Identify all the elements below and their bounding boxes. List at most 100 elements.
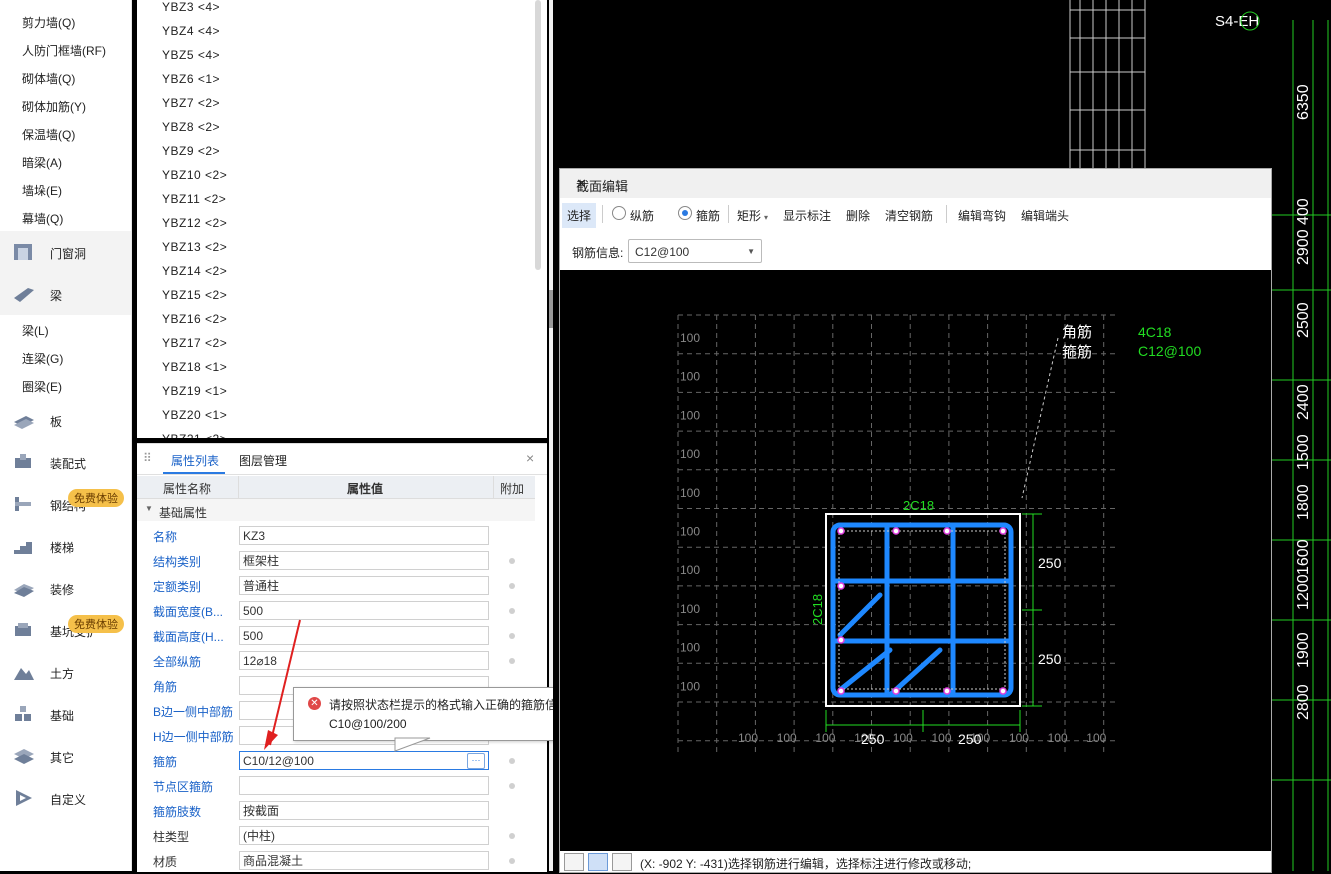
property-value-field[interactable]: (中柱): [239, 826, 489, 845]
component-item[interactable]: YBZ15 <2>: [162, 288, 227, 302]
col-extra: 附加: [500, 482, 525, 496]
component-item[interactable]: YBZ6 <1>: [162, 72, 220, 86]
component-item[interactable]: YBZ13 <2>: [162, 240, 227, 254]
close-icon[interactable]: ✕: [576, 176, 1259, 192]
section-drawing[interactable]: 100 100 100 100 100 100 100 100 100 100 100 100 100 1…: [560, 270, 1271, 851]
nav-cat-beam[interactable]: 梁: [0, 273, 131, 315]
component-item[interactable]: YBZ16 <2>: [162, 312, 227, 326]
tab-properties[interactable]: 属性列表: [171, 452, 219, 469]
nav-item-coupling-beam[interactable]: 连梁(G): [22, 350, 63, 367]
property-value-field[interactable]: 12⌀18: [239, 651, 489, 670]
property-value-field[interactable]: 商品混凝土: [239, 851, 489, 870]
nav-item-beam[interactable]: 梁(L): [22, 322, 49, 339]
longitudinal-radio[interactable]: [612, 206, 626, 220]
side-bars-label: 2C18: [810, 594, 825, 625]
nav-item-ring-beam[interactable]: 圈梁(E): [22, 378, 62, 395]
nav-cat-slab[interactable]: 板: [0, 399, 131, 441]
property-value-field[interactable]: 500: [239, 626, 489, 645]
component-list-scrollbar[interactable]: [535, 0, 541, 270]
nav-item-civil-defense-wall[interactable]: 人防门框墙(RF): [22, 42, 106, 59]
close-icon[interactable]: ×: [526, 450, 534, 466]
property-group-basic[interactable]: ▼ 基础属性: [137, 499, 535, 521]
edit-end-button[interactable]: 编辑端头: [1021, 207, 1069, 224]
property-name: 截面宽度(B...: [153, 605, 224, 619]
drag-handle-icon[interactable]: ⠿: [143, 451, 152, 465]
property-row: 全部纵筋 12⌀18: [137, 649, 535, 674]
delete-button[interactable]: 删除: [846, 207, 870, 224]
property-value-field[interactable]: C10/12@100 ···: [239, 751, 489, 770]
component-item[interactable]: YBZ5 <4>: [162, 48, 220, 62]
property-value: KZ3: [243, 529, 266, 543]
nav-cat-other[interactable]: 其它: [0, 735, 131, 777]
corner-bar-label: 角筋: [1062, 324, 1092, 341]
component-item[interactable]: YBZ21 <2>: [162, 432, 227, 438]
nav-cat-steel[interactable]: 钢结构 免费体验: [0, 483, 131, 525]
grid-label: 100: [680, 525, 700, 539]
nav-cat-stairs[interactable]: 楼梯: [0, 525, 131, 567]
component-item[interactable]: YBZ12 <2>: [162, 216, 227, 230]
component-item[interactable]: YBZ11 <2>: [162, 192, 226, 206]
component-item[interactable]: YBZ10 <2>: [162, 168, 227, 182]
other-icon: [14, 749, 34, 764]
nav-item-shear-wall[interactable]: 剪力墙(Q): [22, 14, 75, 31]
nav-item-curtain-wall[interactable]: 幕墙(Q): [22, 210, 63, 227]
nav-item-masonry-rebar[interactable]: 砌体加筋(Y): [22, 98, 86, 115]
property-value-field[interactable]: 500: [239, 601, 489, 620]
dim-bottom-2: 250: [958, 731, 982, 747]
property-value-field[interactable]: [239, 776, 489, 795]
nav-item-masonry-wall[interactable]: 砌体墙(Q): [22, 70, 75, 87]
rebar-info-select[interactable]: C12@100 ▼: [628, 239, 762, 263]
nav-cat-decoration[interactable]: 装修: [0, 567, 131, 609]
nav-item-hidden-beam[interactable]: 暗梁(A): [22, 154, 62, 171]
tab-layers[interactable]: 图层管理: [239, 452, 287, 469]
nav-item-wall-pier[interactable]: 墙垛(E): [22, 182, 62, 199]
stirrup-radio[interactable]: [678, 206, 692, 220]
nav-cat-prefab[interactable]: 装配式: [0, 441, 131, 483]
prefab-icon: [15, 454, 31, 468]
nav-cat-foundation-pit[interactable]: 基坑支护 免费体验: [0, 609, 131, 651]
component-item[interactable]: YBZ7 <2>: [162, 96, 220, 110]
property-row: 箍筋肢数 按截面: [137, 799, 535, 824]
nav-cat-door-window[interactable]: 门窗洞: [0, 231, 131, 273]
nav-cat-earthwork[interactable]: 土方: [0, 651, 131, 693]
nav-cat-label: 自定义: [50, 793, 87, 807]
property-value-field[interactable]: 普通柱: [239, 576, 489, 595]
nav-cat-foundation[interactable]: 基础: [0, 693, 131, 735]
property-name: 结构类别: [153, 555, 202, 569]
clear-rebar-button[interactable]: 清空钢筋: [885, 207, 933, 224]
component-item[interactable]: YBZ4 <4>: [162, 24, 220, 38]
component-item[interactable]: YBZ20 <1>: [162, 408, 227, 422]
dialog-toolbar: 选择 纵筋 箍筋 矩形 ▾ 显示标注 删除 清空钢筋 编辑弯钩 编辑端头: [560, 198, 1271, 231]
longitudinal-label[interactable]: 纵筋: [630, 207, 654, 224]
show-dimension-button[interactable]: 显示标注: [783, 207, 831, 224]
collapse-icon[interactable]: ▼: [145, 504, 153, 513]
edit-hook-button[interactable]: 编辑弯钩: [958, 207, 1006, 224]
component-item[interactable]: YBZ8 <2>: [162, 120, 220, 134]
component-item[interactable]: YBZ19 <1>: [162, 384, 227, 398]
nav-cat-custom[interactable]: 自定义: [0, 777, 131, 819]
property-value-field[interactable]: 按截面: [239, 801, 489, 820]
component-item[interactable]: YBZ18 <1>: [162, 360, 227, 374]
stirrup-label[interactable]: 箍筋: [696, 207, 720, 224]
dialog-titlebar[interactable]: 截面编辑 ✕: [560, 169, 1271, 198]
grid-label: 100: [680, 408, 700, 422]
select-button[interactable]: 选择: [562, 203, 597, 228]
free-trial-badge[interactable]: 免费体验: [68, 489, 124, 507]
component-item[interactable]: YBZ14 <2>: [162, 264, 227, 278]
line-toggle[interactable]: [588, 853, 608, 871]
component-item[interactable]: YBZ3 <4>: [162, 0, 220, 14]
nav-cat-label: 其它: [50, 751, 75, 765]
free-trial-badge[interactable]: 免费体验: [68, 615, 124, 633]
ortho-toggle[interactable]: [564, 853, 584, 871]
property-value-field[interactable]: KZ3: [239, 526, 489, 545]
component-item[interactable]: YBZ9 <2>: [162, 144, 220, 158]
vertical-toggle[interactable]: [612, 853, 632, 871]
component-item[interactable]: YBZ17 <2>: [162, 336, 227, 350]
nav-cat-label: 装修: [50, 583, 75, 597]
cad-dimension: 2400: [1295, 384, 1312, 420]
property-value-field[interactable]: 框架柱: [239, 551, 489, 570]
nav-item-insulation-wall[interactable]: 保温墙(Q): [22, 126, 75, 143]
ellipsis-button[interactable]: ···: [467, 753, 485, 769]
extra-dot: [509, 583, 515, 589]
shape-dropdown[interactable]: 矩形 ▾: [737, 207, 768, 224]
